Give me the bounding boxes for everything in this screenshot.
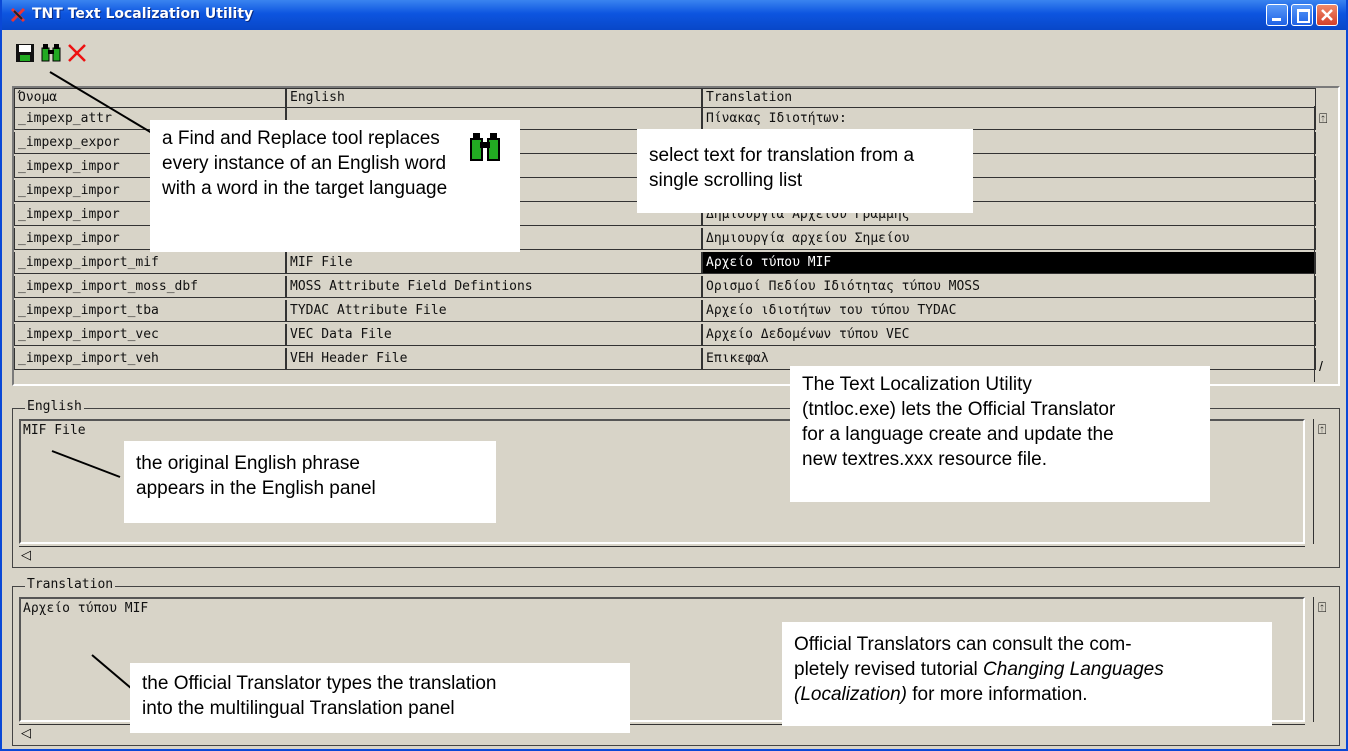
minimize-button[interactable] <box>1266 4 1288 26</box>
scroll-up-icon[interactable]: ⍐ <box>1318 421 1326 438</box>
translation-panel-label: Translation <box>25 577 116 592</box>
utility-note-line-3: for a language create and update the <box>802 424 1114 445</box>
translator-note-line-2: into the multilingual Translation panel <box>142 698 455 719</box>
cell-name[interactable]: _impexp_import_mif <box>14 252 286 274</box>
find-replace-icon[interactable] <box>40 42 62 64</box>
utility-note-line-4: new textres.xxx resource file. <box>802 449 1047 470</box>
scroll-up-icon[interactable]: ⍐ <box>1318 599 1326 616</box>
table-row[interactable]: _impexp_import_moss_dbf MOSS Attribute Fi… <box>14 276 1316 298</box>
english-note-line-1: the original English phrase <box>136 453 360 474</box>
scroll-left-icon[interactable]: ◁ <box>21 547 31 563</box>
tutorial-note-line-1: Official Translators can consult the com… <box>794 634 1132 655</box>
cell-english[interactable]: MOSS Attribute Field Defintions <box>286 276 702 298</box>
table-row[interactable]: _impexp_import_vec VEC Data File Αρχείο Δε… <box>14 324 1316 346</box>
find-replace-icon <box>468 130 502 171</box>
cell-name[interactable]: _impexp_import_tba <box>14 300 286 322</box>
find-replace-callout: a Find and Replace tool replaces every i… <box>150 120 520 252</box>
scroll-up-icon[interactable]: ⍐ <box>1319 110 1327 127</box>
save-icon[interactable] <box>14 42 36 64</box>
english-hscrollbar[interactable]: ◁ <box>19 546 1305 564</box>
column-header-name[interactable]: Όνομα <box>14 88 286 108</box>
window-title: TNT Text Localization Utility <box>32 6 254 22</box>
cell-english[interactable]: VEH Header File <box>286 348 702 370</box>
translator-callout: the Official Translator types the transl… <box>130 663 630 733</box>
scroll-down-icon[interactable]: / <box>1319 358 1323 374</box>
tutorial-callout: Official Translators can consult the com… <box>782 622 1272 726</box>
scroll-left-icon[interactable]: ◁ <box>21 725 31 741</box>
utility-callout: The Text Localization Utility (tntloc.ex… <box>790 366 1210 502</box>
select-callout: select text for translation from a singl… <box>637 129 973 213</box>
cell-translation[interactable]: Πίνακας Ιδιοτήτων: <box>702 108 1316 130</box>
close-x-icon <box>1321 9 1333 21</box>
cell-translation[interactable]: Ορισμοί Πεδίου Ιδιότητας τύπου MOSS <box>702 276 1316 298</box>
column-header-english[interactable]: English <box>286 88 702 108</box>
select-note: select text for translation from a singl… <box>649 145 915 191</box>
cell-english[interactable]: VEC Data File <box>286 324 702 346</box>
tutorial-note-line-2: pletely revised tutorial Changing Langua… <box>794 657 1260 682</box>
english-panel-label: English <box>25 399 84 414</box>
maximize-button[interactable] <box>1291 4 1313 26</box>
utility-note-line-1: The Text Localization Utility <box>802 374 1032 395</box>
tutorial-title-cont: (Localization) <box>794 684 907 705</box>
maximize-icon <box>1297 9 1310 23</box>
tutorial-text: pletely revised tutorial <box>794 659 984 680</box>
close-tool-icon[interactable] <box>66 42 88 64</box>
cell-english[interactable]: MIF File <box>286 252 702 274</box>
minimize-icon <box>1272 18 1281 21</box>
cell-translation[interactable]: Αρχείο τύπου MIF <box>702 252 1316 274</box>
table-row[interactable]: _impexp_import_mif MIF File Αρχείο τύπου M… <box>14 252 1316 274</box>
tutorial-note-line-3: (Localization) for more information. <box>794 682 1260 707</box>
list-scrollbar[interactable]: ⍐ / <box>1314 106 1336 382</box>
translation-vscrollbar[interactable]: ⍐ <box>1313 597 1335 722</box>
close-button[interactable] <box>1316 4 1338 26</box>
cell-translation[interactable]: Αρχείο Δεδομένων τύπου VEC <box>702 324 1316 346</box>
app-icon <box>10 7 26 23</box>
utility-note-line-2: (tntloc.exe) lets the Official Translato… <box>802 399 1116 420</box>
title-bar[interactable]: TNT Text Localization Utility <box>2 0 1346 30</box>
tutorial-title: Changing Languages <box>983 659 1164 680</box>
english-callout: the original English phrase appears in t… <box>124 441 496 523</box>
column-header-translation[interactable]: Translation <box>702 88 1316 108</box>
cell-name[interactable]: _impexp_import_moss_dbf <box>14 276 286 298</box>
english-vscrollbar[interactable]: ⍐ <box>1313 419 1335 544</box>
cell-translation[interactable]: Δημιουργία αρχείου Σημείου <box>702 228 1316 250</box>
english-note-line-2: appears in the English panel <box>136 478 376 499</box>
translator-note-line-1: the Official Translator types the transl… <box>142 673 497 694</box>
cell-name[interactable]: _impexp_import_veh <box>14 348 286 370</box>
cell-translation[interactable]: Αρχείο ιδιοτήτων του τύπου TYDAC <box>702 300 1316 322</box>
cell-english[interactable]: TYDAC Attribute File <box>286 300 702 322</box>
cell-name[interactable]: _impexp_import_vec <box>14 324 286 346</box>
tutorial-text-cont: for more information. <box>907 684 1088 705</box>
find-replace-note: a Find and Replace tool replaces every i… <box>162 128 448 199</box>
table-row[interactable]: _impexp_import_tba TYDAC Attribute File Αρ… <box>14 300 1316 322</box>
